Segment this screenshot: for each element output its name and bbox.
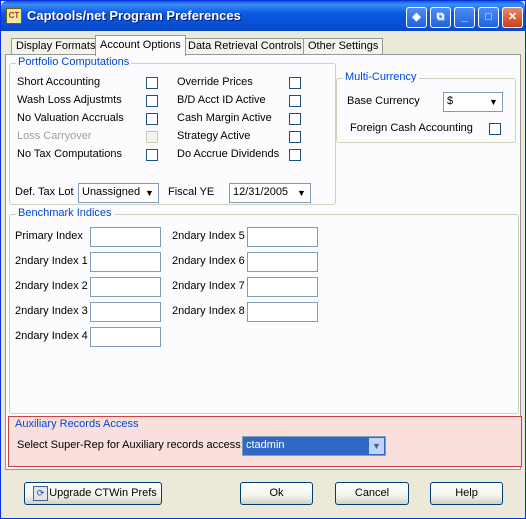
strategy-active-label: Strategy Active bbox=[177, 130, 251, 142]
super-rep-value: ctadmin bbox=[246, 439, 285, 451]
secondary-index-5-input[interactable] bbox=[247, 227, 318, 247]
auxiliary-records-title: Auxiliary Records Access bbox=[15, 418, 139, 430]
secondary-index-2-input[interactable] bbox=[90, 277, 161, 297]
no-valuation-accruals-label: No Valuation Accruals bbox=[17, 112, 124, 124]
secondary-index-8-label: 2ndary Index 8 bbox=[172, 305, 245, 317]
tab-data-retrieval-controls[interactable]: Data Retrieval Controls bbox=[183, 38, 307, 55]
secondary-index-3-input[interactable] bbox=[90, 302, 161, 322]
auxiliary-records-group: Auxiliary Records Access Select Super-Re… bbox=[8, 416, 522, 467]
benchmark-indices-group: Benchmark Indices Primary Index 2ndary I… bbox=[9, 207, 519, 414]
multi-currency-title: Multi-Currency bbox=[343, 71, 419, 83]
def-tax-lot-select[interactable]: Unassigned ▼ bbox=[78, 183, 159, 203]
no-tax-computations-checkbox[interactable] bbox=[146, 149, 158, 161]
loss-carryover-checkbox bbox=[146, 131, 158, 143]
primary-index-input[interactable] bbox=[90, 227, 161, 247]
fiscal-ye-label: Fiscal YE bbox=[168, 186, 215, 198]
upgrade-button-label: Upgrade CTWin Prefs bbox=[49, 487, 157, 499]
title-bar[interactable]: CT Captools/net Program Preferences ◆ ⧉ … bbox=[1, 1, 525, 31]
wash-loss-checkbox[interactable] bbox=[146, 95, 158, 107]
swap-icon[interactable]: ◆ bbox=[406, 7, 427, 28]
bd-acct-id-label: B/D Acct ID Active bbox=[177, 94, 266, 106]
super-rep-select[interactable]: ctadmin ▼ bbox=[242, 436, 386, 456]
override-prices-checkbox[interactable] bbox=[289, 77, 301, 89]
tab-other-settings[interactable]: Other Settings bbox=[303, 38, 384, 55]
benchmark-indices-title: Benchmark Indices bbox=[16, 207, 114, 219]
cancel-button[interactable]: Cancel bbox=[335, 482, 409, 505]
do-accrue-dividends-checkbox[interactable] bbox=[289, 149, 301, 161]
def-tax-lot-value: Unassigned bbox=[82, 186, 141, 198]
bd-acct-id-checkbox[interactable] bbox=[289, 95, 301, 107]
ok-button[interactable]: Ok bbox=[240, 482, 313, 505]
app-icon[interactable]: CT bbox=[6, 8, 22, 24]
upgrade-ctwin-prefs-button[interactable]: ⟳ Upgrade CTWin Prefs bbox=[24, 482, 162, 505]
restore-icon[interactable]: ⧉ bbox=[430, 7, 451, 28]
short-accounting-label: Short Accounting bbox=[17, 76, 101, 88]
portfolio-computations-group: Portfolio Computations Short Accounting … bbox=[9, 56, 336, 205]
no-tax-computations-label: No Tax Computations bbox=[17, 148, 122, 160]
cash-margin-label: Cash Margin Active bbox=[177, 112, 272, 124]
chevron-down-icon[interactable]: ▼ bbox=[369, 438, 384, 454]
help-button[interactable]: Help bbox=[430, 482, 503, 505]
multi-currency-group: Multi-Currency Base Currency $ ▼ Foreign… bbox=[336, 71, 516, 143]
fiscal-ye-select[interactable]: 12/31/2005 ▼ bbox=[229, 183, 311, 203]
base-currency-value: $ bbox=[447, 95, 454, 107]
do-accrue-dividends-label: Do Accrue Dividends bbox=[177, 148, 280, 160]
secondary-index-8-input[interactable] bbox=[247, 302, 318, 322]
override-prices-label: Override Prices bbox=[177, 76, 253, 88]
secondary-index-5-label: 2ndary Index 5 bbox=[172, 230, 245, 242]
fiscal-ye-value: 12/31/2005 bbox=[233, 186, 289, 198]
secondary-index-7-label: 2ndary Index 7 bbox=[172, 280, 245, 292]
portfolio-computations-title: Portfolio Computations bbox=[16, 56, 132, 68]
account-options-panel: Portfolio Computations Short Accounting … bbox=[5, 54, 521, 470]
secondary-index-4-input[interactable] bbox=[90, 327, 161, 347]
window-title: Captools/net Program Preferences bbox=[27, 8, 241, 23]
upgrade-icon: ⟳ bbox=[33, 486, 48, 501]
minimize-button[interactable]: _ bbox=[454, 7, 475, 28]
base-currency-label: Base Currency bbox=[347, 95, 420, 107]
secondary-index-3-label: 2ndary Index 3 bbox=[15, 305, 88, 317]
chevron-down-icon[interactable]: ▼ bbox=[486, 94, 501, 110]
secondary-index-1-input[interactable] bbox=[90, 252, 161, 272]
no-valuation-accruals-checkbox[interactable] bbox=[146, 113, 158, 125]
secondary-index-7-input[interactable] bbox=[247, 277, 318, 297]
foreign-cash-accounting-label: Foreign Cash Accounting bbox=[350, 122, 473, 134]
chevron-down-icon[interactable]: ▼ bbox=[142, 185, 157, 201]
chevron-down-icon[interactable]: ▼ bbox=[294, 185, 309, 201]
close-button[interactable]: ✕ bbox=[502, 7, 523, 28]
super-rep-prompt: Select Super-Rep for Auxiliary records a… bbox=[17, 439, 244, 451]
def-tax-lot-label: Def. Tax Lot bbox=[15, 186, 74, 198]
foreign-cash-accounting-checkbox[interactable] bbox=[489, 123, 501, 135]
strategy-active-checkbox[interactable] bbox=[289, 131, 301, 143]
tab-display-formats[interactable]: Display Formats bbox=[11, 38, 101, 55]
maximize-button[interactable]: □ bbox=[478, 7, 499, 28]
secondary-index-6-input[interactable] bbox=[247, 252, 318, 272]
loss-carryover-label: Loss Carryover bbox=[17, 130, 92, 142]
tab-account-options[interactable]: Account Options bbox=[95, 35, 186, 56]
cash-margin-checkbox[interactable] bbox=[289, 113, 301, 125]
secondary-index-6-label: 2ndary Index 6 bbox=[172, 255, 245, 267]
secondary-index-2-label: 2ndary Index 2 bbox=[15, 280, 88, 292]
short-accounting-checkbox[interactable] bbox=[146, 77, 158, 89]
primary-index-label: Primary Index bbox=[15, 230, 83, 242]
wash-loss-label: Wash Loss Adjustmts bbox=[17, 94, 122, 106]
secondary-index-4-label: 2ndary Index 4 bbox=[15, 330, 88, 342]
secondary-index-1-label: 2ndary Index 1 bbox=[15, 255, 88, 267]
preferences-window: CT Captools/net Program Preferences ◆ ⧉ … bbox=[0, 0, 526, 519]
base-currency-select[interactable]: $ ▼ bbox=[443, 92, 503, 112]
